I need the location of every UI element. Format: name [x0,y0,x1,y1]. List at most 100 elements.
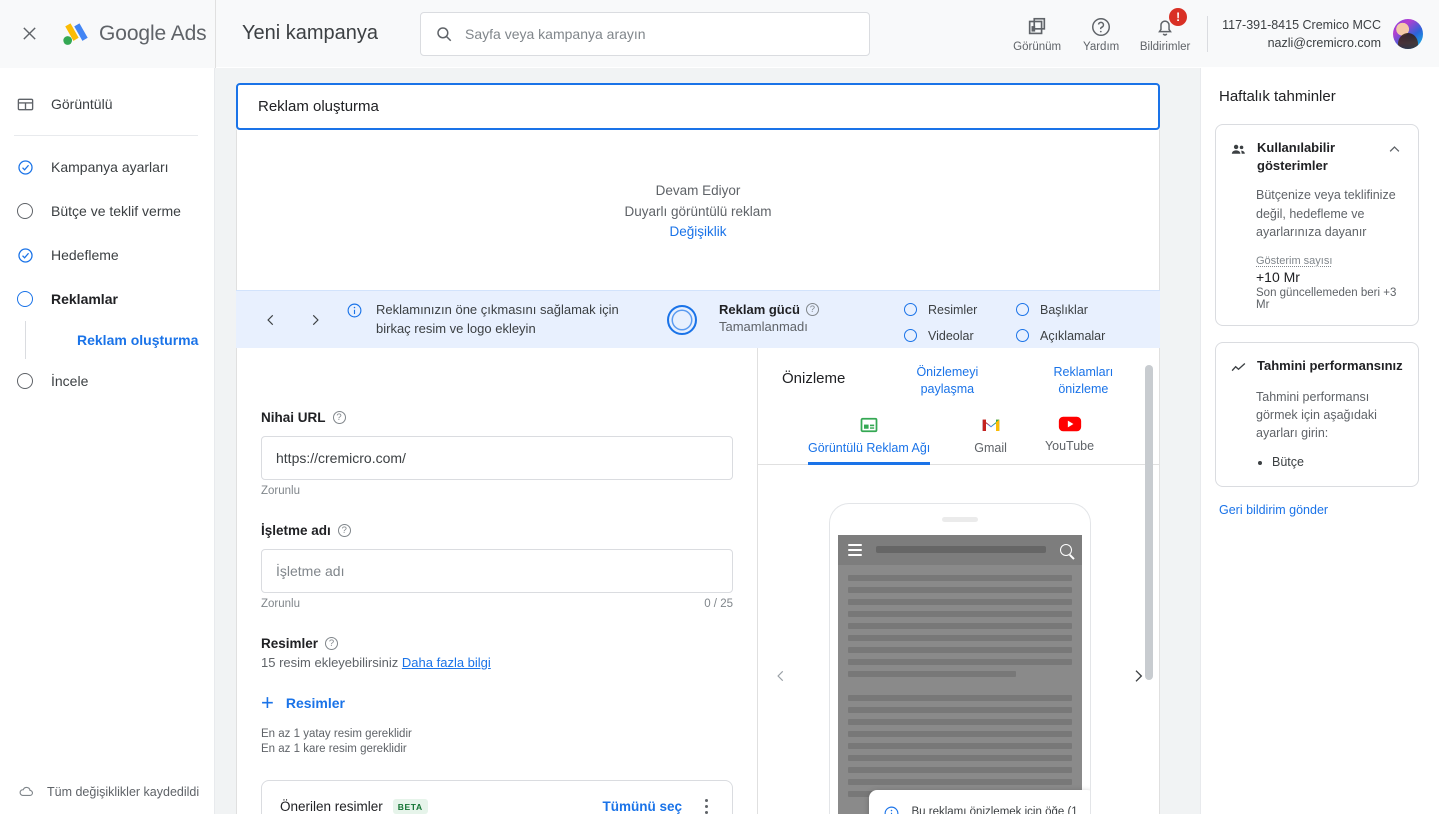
final-url-input[interactable] [276,450,718,466]
strength-check-videolar[interactable]: Videolar [904,325,1016,346]
preview-title: Önizleme [782,370,846,387]
phone-speaker [941,516,978,522]
business-name-label-text: İşletme adı [261,523,331,538]
account-divider [1207,16,1209,52]
card-description: Bütçenize veya teklifinize değil, hedefl… [1256,188,1396,239]
help-label: Yardım [1083,40,1120,53]
images-more-link[interactable]: Daha fazla bilgi [402,655,491,670]
ad-strength-subtitle: Tamamlanmadı [719,319,808,334]
suggested-images-card: Önerilen resimler BETA Tümünü seç [261,779,733,814]
add-images-label: Resimler [285,695,346,711]
search-input[interactable] [465,25,856,42]
strength-check-aciklamalar[interactable]: Açıklamalar [1016,325,1128,346]
send-feedback-link[interactable]: Geri bildirim gönder [1215,503,1419,517]
available-impressions-card: Kullanılabilir gösterimler Bütçenize vey… [1215,124,1419,326]
card-title-text: Reklam oluşturma [258,98,379,115]
business-name-field[interactable] [261,549,733,593]
strength-next-button[interactable] [300,305,330,335]
account-email: nazli@cremicro.com [1267,36,1381,50]
plus-icon: + [261,690,274,715]
ad-status-block: Devam Ediyor Duyarlı görüntülü reklam De… [236,130,1160,290]
weekly-estimates-panel: Haftalık tahminler Kullanılabilir göster… [1200,68,1439,814]
help-button[interactable]: Yardım [1069,6,1133,62]
images-label-text: Resimler [261,636,319,651]
sidebar-item-hedefleme[interactable]: Hedefleme [0,233,214,277]
circle-icon [904,303,917,316]
sidebar-divider [14,135,198,136]
appearance-icon [1028,17,1046,34]
sidebar-item-butce-ve-teklif-verme[interactable]: Bütçe ve teklif verme [0,189,214,233]
metric-label: Gösterim sayısı [1256,254,1333,267]
info-icon[interactable] [346,302,363,319]
tab-youtube[interactable]: YouTube [1045,413,1094,464]
check-label: Videolar [928,328,974,343]
notifications-button[interactable]: ! Bildirimler [1133,6,1197,62]
strength-check-resimler[interactable]: Resimler [904,299,1016,320]
sidebar-item-goruntulu[interactable]: Görüntülü [0,82,214,126]
sidebar-item-kampanya-ayarlari[interactable]: Kampanya ayarları [0,145,214,189]
chevron-right-icon [312,314,319,325]
chevron-left-icon [267,314,274,325]
sidebar-label: Kampanya ayarları [51,159,169,175]
main-scrollbar[interactable] [1145,365,1153,680]
preview-ads-link[interactable]: Reklamları önizleme [1041,364,1125,399]
avatar[interactable] [1393,19,1423,49]
metric-sub: Son güncellemeden beri +3 Mr [1256,286,1397,311]
sidebar-item-reklamlar[interactable]: Reklamlar [0,277,214,321]
sidebar-item-reklam-olusturma[interactable]: Reklam oluşturma [0,321,214,359]
ad-creation-card-title[interactable]: Reklam oluşturma [236,83,1160,130]
help-icon[interactable]: ? [337,524,351,537]
saved-status-label: Tüm değişiklikler kaydedildi [47,784,200,799]
people-icon [1231,144,1245,154]
ad-form-column: Nihai URL ? Zorunlu İşletme adı ? [237,348,757,814]
sidebar-label: İncele [51,373,89,389]
sidebar-item-incele[interactable]: İncele [0,359,214,403]
check-circle-icon [14,156,36,178]
tab-label: Görüntülü Reklam Ağı [808,440,931,455]
business-name-counter: 0 / 25 [704,598,733,610]
appearance-button[interactable]: Görünüm [1005,6,1069,62]
business-name-input[interactable] [276,563,718,579]
final-url-field[interactable] [261,436,733,480]
preview-tooltip-text: Bu reklamı önizlemek için öğe (1 başlık … [911,806,1078,814]
select-all-button[interactable]: Tümünü seç [602,799,682,814]
add-images-button[interactable]: + Resimler [261,692,345,714]
status-line-2: Duyarlı görüntülü reklam [624,203,772,219]
header-divider [215,0,216,68]
appearance-label: Görünüm [1013,40,1062,53]
help-circle-icon [1092,17,1111,36]
preview-header: Önizleme Önizlemeyi paylaşma Reklamları … [758,348,1159,399]
search-box[interactable] [420,11,871,56]
check-label: Açıklamalar [1040,328,1106,343]
card-bullets: Bütçe [1230,452,1404,472]
help-icon[interactable]: ? [332,411,346,424]
info-icon [884,807,898,814]
google-ads-logo[interactable]: Google Ads [60,20,207,48]
share-preview-link[interactable]: Önizlemeyi paylaşma [905,364,989,399]
final-url-help: Zorunlu [261,485,733,497]
tab-display-network[interactable]: Görüntülü Reklam Ağı [808,413,931,465]
carousel-prev-button[interactable] [768,663,794,689]
images-count-text: 15 resim ekleyebilirsiniz [261,655,399,670]
sidebar-stem [14,321,36,359]
display-network-icon [860,417,878,432]
phone-placeholder-content [838,565,1082,797]
chevron-up-icon[interactable] [1384,139,1404,159]
business-name-label: İşletme adı ? [261,523,733,538]
notifications-label: Bildirimler [1139,40,1191,53]
strength-check-basliklar[interactable]: Başlıklar [1016,299,1128,320]
image-requirement-2: En az 1 kare resim gereklidir [261,743,407,756]
form-and-preview: Nihai URL ? Zorunlu İşletme adı ? [236,348,1160,814]
help-icon[interactable]: ? [325,637,339,650]
tab-gmail[interactable]: Gmail [974,413,1007,464]
circle-icon [1016,329,1029,342]
strength-message: Reklamınızın öne çıkmasını sağlamak için… [376,302,619,336]
account-info[interactable]: 117-391-8415 Cremico MCC nazli@cremicro.… [1222,16,1381,52]
close-icon[interactable] [14,19,44,49]
kebab-menu-icon[interactable] [694,795,718,814]
check-label: Başlıklar [1040,302,1088,317]
change-link[interactable]: Değişiklik [669,224,726,239]
preview-tooltip: Bu reklamı önizlemek için öğe (1 başlık … [868,790,1090,814]
help-icon[interactable]: ? [805,303,819,316]
strength-prev-button[interactable] [256,305,286,335]
